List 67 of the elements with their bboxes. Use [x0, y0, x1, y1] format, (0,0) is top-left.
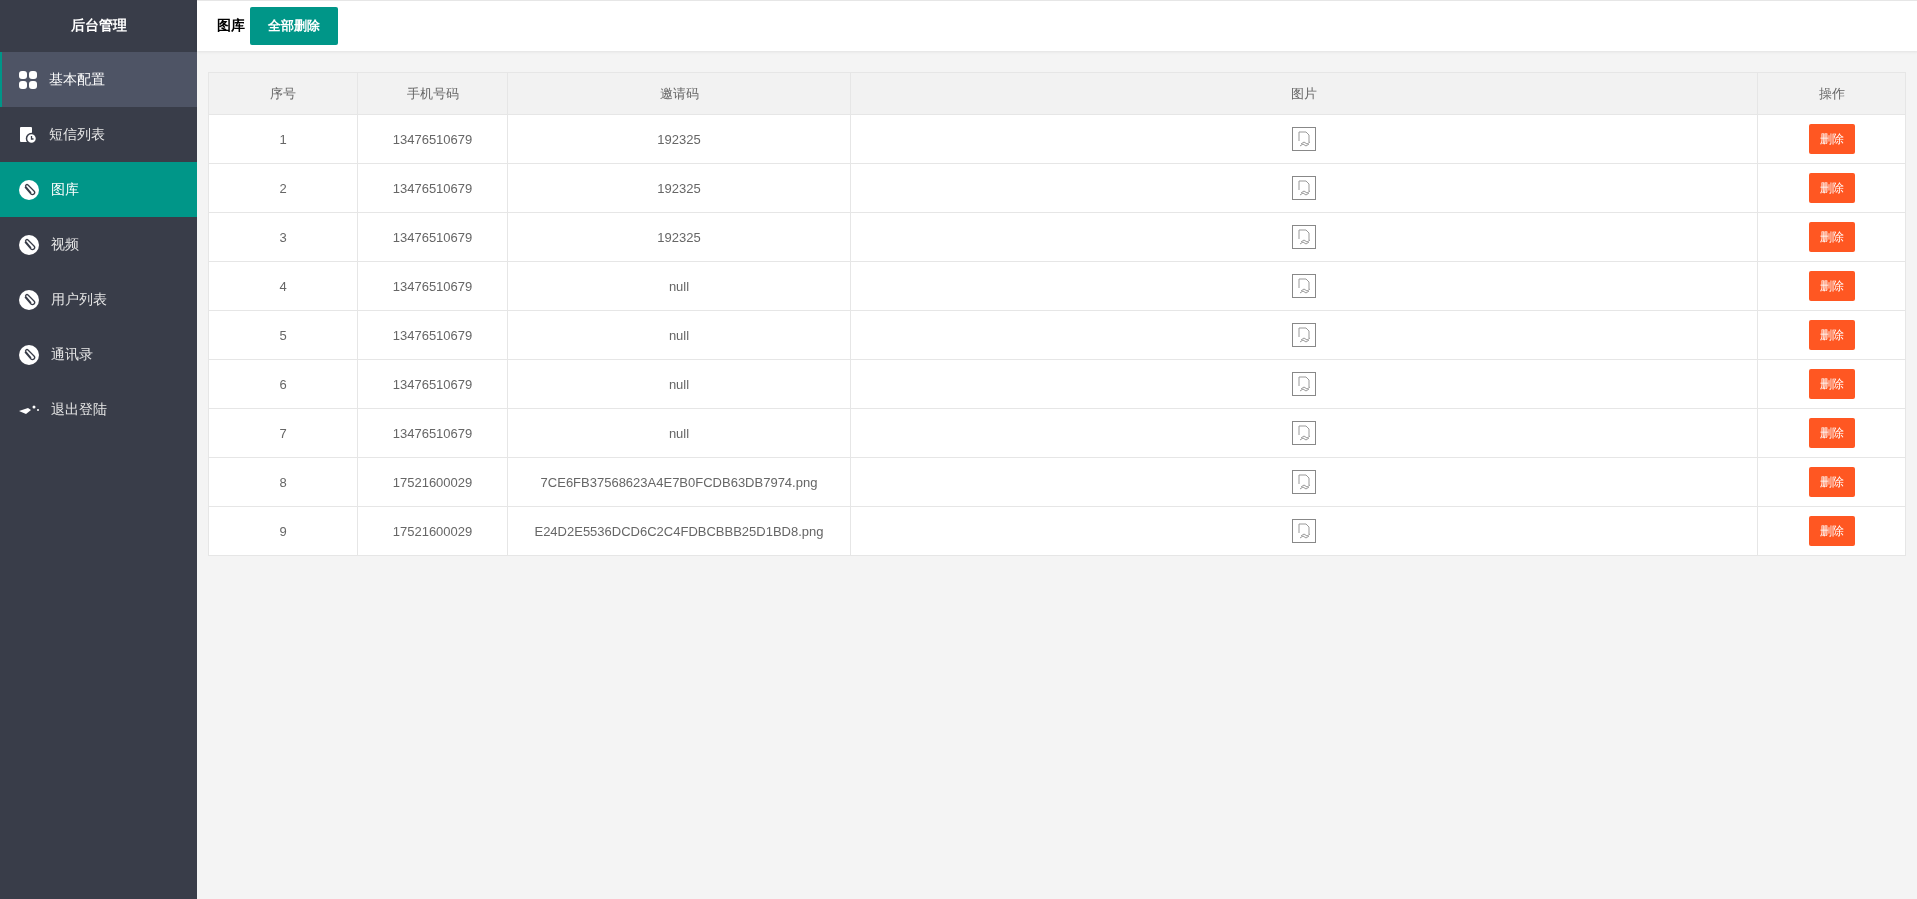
- broken-image-icon: [1292, 127, 1316, 151]
- delete-button[interactable]: 删除: [1808, 320, 1855, 350]
- sidebar-item[interactable]: 基本配置: [0, 52, 197, 107]
- paperclip-icon: [19, 344, 39, 365]
- sidebar-item[interactable]: 视频: [0, 217, 197, 272]
- table-cell: 13476510679: [357, 359, 508, 409]
- sidebar-item[interactable]: 退出登陆: [0, 382, 197, 437]
- table-cell: 13476510679: [357, 114, 508, 164]
- grid-icon: [19, 70, 37, 89]
- sidebar-item[interactable]: 通讯录: [0, 327, 197, 382]
- delete-button[interactable]: 删除: [1808, 467, 1855, 497]
- delete-button[interactable]: 删除: [1808, 516, 1855, 546]
- table-cell: null: [507, 261, 851, 311]
- page-title: 图库: [217, 17, 245, 35]
- exit-icon: [19, 403, 39, 416]
- broken-image-icon: [1292, 421, 1316, 445]
- column-header: 序号: [208, 72, 358, 115]
- column-header: 邀请码: [507, 72, 851, 115]
- delete-button[interactable]: 删除: [1808, 418, 1855, 448]
- table-cell: 8: [208, 457, 358, 507]
- table-cell: null: [507, 359, 851, 409]
- broken-image-icon: [1292, 176, 1316, 200]
- table-cell: E24D2E5536DCD6C2C4FDBCBBB25D1BD8.png: [507, 506, 851, 556]
- column-header: 操作: [1757, 72, 1906, 115]
- paperclip-icon: [19, 234, 39, 255]
- table-cell: 6: [208, 359, 358, 409]
- table-cell: 192325: [507, 212, 851, 262]
- table-cell: 7: [208, 408, 358, 458]
- table-cell: 3: [208, 212, 358, 262]
- broken-image-icon: [1292, 225, 1316, 249]
- sidebar-item[interactable]: 短信列表: [0, 107, 197, 162]
- table-cell: 1: [208, 114, 358, 164]
- delete-button[interactable]: 删除: [1808, 173, 1855, 203]
- calendar-clock-icon: [19, 125, 37, 144]
- delete-all-button[interactable]: 全部删除: [250, 7, 338, 45]
- sidebar-title: 后台管理: [69, 16, 128, 35]
- table-cell: 2: [208, 163, 358, 213]
- paperclip-icon: [19, 179, 39, 200]
- table-cell: 5: [208, 310, 358, 360]
- broken-image-icon: [1292, 470, 1316, 494]
- table-cell: 9: [208, 506, 358, 556]
- broken-image-icon: [1292, 323, 1316, 347]
- table-cell: 13476510679: [357, 163, 508, 213]
- table-cell: 13476510679: [357, 408, 508, 458]
- broken-image-icon: [1292, 519, 1316, 543]
- sidebar-item[interactable]: 用户列表: [0, 272, 197, 327]
- broken-image-icon: [1292, 372, 1316, 396]
- sidebar-item[interactable]: 图库: [0, 162, 197, 217]
- table-cell: 192325: [507, 114, 851, 164]
- table-cell: 13476510679: [357, 310, 508, 360]
- column-header: 手机号码: [357, 72, 508, 115]
- table-cell: 17521600029: [357, 506, 508, 556]
- table-cell: 192325: [507, 163, 851, 213]
- table-cell: null: [507, 310, 851, 360]
- table-cell: 7CE6FB37568623A4E7B0FCDB63DB7974.png: [507, 457, 851, 507]
- table-cell: 13476510679: [357, 212, 508, 262]
- delete-button[interactable]: 删除: [1808, 124, 1855, 154]
- table-cell: 17521600029: [357, 457, 508, 507]
- broken-image-icon: [1292, 274, 1316, 298]
- column-header: 图片: [850, 72, 1758, 115]
- table-cell: null: [507, 408, 851, 458]
- paperclip-icon: [19, 289, 39, 310]
- delete-button[interactable]: 删除: [1808, 369, 1855, 399]
- delete-button[interactable]: 删除: [1808, 271, 1855, 301]
- table-cell: 13476510679: [357, 261, 508, 311]
- delete-button[interactable]: 删除: [1808, 222, 1855, 252]
- table-cell: 4: [208, 261, 358, 311]
